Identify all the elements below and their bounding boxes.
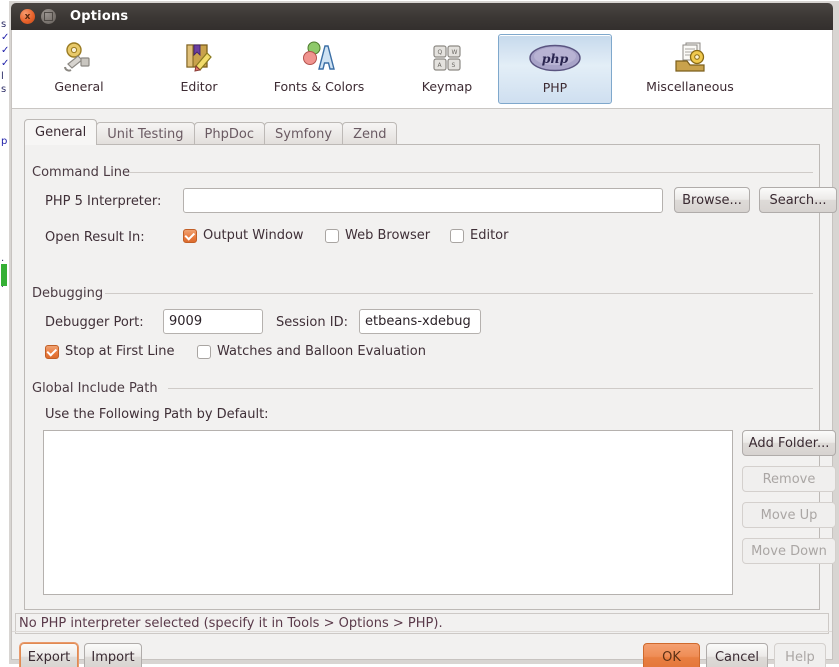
- editor-change-marker: [1, 264, 7, 286]
- group-separator-include-path: [168, 388, 813, 389]
- help-label: Help: [785, 649, 815, 665]
- category-toolbar: General Editor Fonts & Colors Q W A S Ke…: [12, 30, 832, 109]
- gear-wrench-icon: [62, 40, 96, 74]
- category-fonts-colors[interactable]: Fonts & Colors: [262, 34, 376, 104]
- category-label: Fonts & Colors: [273, 79, 365, 94]
- category-keymap[interactable]: QW AS Keymap: [390, 34, 504, 104]
- search-button[interactable]: Search...: [759, 187, 837, 213]
- category-general[interactable]: General: [22, 34, 136, 104]
- category-php[interactable]: php PHP: [498, 34, 612, 104]
- browse-button[interactable]: Browse...: [674, 187, 750, 213]
- category-editor[interactable]: Editor: [142, 34, 256, 104]
- checkbox-stop-at-first-line[interactable]: Stop at First Line: [45, 344, 174, 359]
- dialog-body: General Editor Fonts & Colors Q W A S Ke…: [11, 30, 837, 667]
- tab-label: General: [35, 125, 87, 140]
- export-label: Export: [27, 649, 71, 665]
- close-icon[interactable]: x: [20, 9, 35, 24]
- maximize-glyph: [44, 12, 53, 21]
- import-label: Import: [91, 649, 135, 665]
- options-dialog-screen: s ✓ ✓ ✓ l s p . l r x Options: [0, 0, 839, 667]
- move-up-label: Move Up: [760, 507, 818, 523]
- group-title-command-line: Command Line: [32, 165, 137, 180]
- footer-separator: [12, 631, 832, 632]
- tab-symfony[interactable]: Symfony: [264, 122, 344, 145]
- add-folder-button[interactable]: Add Folder...: [742, 430, 836, 456]
- ok-button[interactable]: OK: [643, 643, 700, 667]
- checkbox-box: [325, 228, 339, 243]
- remove-button[interactable]: Remove: [742, 466, 836, 492]
- svg-text:W: W: [452, 49, 458, 56]
- export-button[interactable]: Export: [20, 643, 78, 667]
- checkbox-box: [197, 344, 211, 359]
- cancel-button[interactable]: Cancel: [706, 643, 768, 667]
- checkbox-output-window[interactable]: Output Window: [183, 228, 304, 243]
- session-id-label: Session ID:: [276, 315, 348, 330]
- include-path-list[interactable]: [43, 430, 733, 595]
- add-folder-label: Add Folder...: [748, 435, 830, 451]
- category-label: Editor: [180, 79, 218, 94]
- checkbox-label: Web Browser: [345, 228, 431, 243]
- session-id-input[interactable]: etbeans-xdebug: [359, 309, 481, 334]
- close-glyph: x: [24, 11, 31, 22]
- tab-zend[interactable]: Zend: [342, 122, 398, 145]
- tab-panel-general: Command Line PHP 5 Interpreter: Browse..…: [24, 144, 837, 610]
- browse-label: Browse...: [682, 192, 742, 208]
- checkbox-watches-balloon[interactable]: Watches and Balloon Evaluation: [197, 344, 426, 359]
- book-pencil-icon: [182, 40, 216, 74]
- category-label: General: [54, 79, 104, 94]
- import-button[interactable]: Import: [84, 643, 142, 667]
- papers-gear-icon: [673, 40, 707, 74]
- category-label: Miscellaneous: [646, 79, 734, 94]
- help-button[interactable]: Help: [774, 643, 826, 667]
- remove-label: Remove: [762, 471, 816, 487]
- checkbox-box: [450, 228, 464, 243]
- svg-text:S: S: [452, 62, 456, 69]
- checkbox-label: Output Window: [203, 228, 304, 243]
- checkbox-box: [183, 228, 197, 243]
- svg-text:Q: Q: [438, 49, 443, 56]
- search-label: Search...: [769, 192, 827, 208]
- title-bar: x Options: [11, 3, 833, 30]
- svg-text:php: php: [542, 51, 569, 66]
- cancel-label: Cancel: [714, 649, 760, 665]
- ok-label: OK: [662, 649, 681, 665]
- category-miscellaneous[interactable]: Miscellaneous: [620, 34, 760, 104]
- group-separator-debugging: [105, 293, 813, 294]
- move-down-button[interactable]: Move Down: [742, 538, 836, 564]
- open-result-in-label: Open Result In:: [45, 230, 145, 245]
- use-following-path-label: Use the Following Path by Default:: [45, 407, 269, 422]
- tab-label: Symfony: [275, 126, 333, 142]
- php-interpreter-input[interactable]: [183, 188, 663, 213]
- checkbox-editor[interactable]: Editor: [450, 228, 508, 243]
- php-interpreter-label: PHP 5 Interpreter:: [45, 194, 162, 209]
- tab-label: Zend: [353, 126, 387, 142]
- tab-bar: General Unit Testing PhpDoc Symfony Zend: [24, 119, 820, 145]
- category-label: Keymap: [421, 79, 473, 94]
- tab-general[interactable]: General: [24, 119, 98, 145]
- maximize-icon[interactable]: [41, 9, 56, 24]
- tab-label: PhpDoc: [204, 126, 254, 142]
- window-title: Options: [70, 9, 129, 24]
- checkbox-label: Stop at First Line: [65, 344, 175, 359]
- keyboard-keys-icon: QW AS: [430, 40, 464, 74]
- checkbox-label: Watches and Balloon Evaluation: [217, 344, 426, 359]
- group-title-global-include-path: Global Include Path: [32, 381, 164, 396]
- category-label: PHP: [542, 80, 568, 95]
- tab-phpdoc[interactable]: PhpDoc: [193, 122, 265, 145]
- php-logo-icon: php: [528, 41, 582, 75]
- font-palette-icon: [302, 40, 336, 74]
- group-separator-command-line: [129, 172, 813, 173]
- move-down-label: Move Down: [751, 543, 827, 559]
- checkbox-label: Editor: [470, 228, 509, 243]
- debugger-port-input[interactable]: 9009: [163, 309, 263, 334]
- move-up-button[interactable]: Move Up: [742, 502, 836, 528]
- tab-label: Unit Testing: [107, 126, 184, 142]
- tab-unit-testing[interactable]: Unit Testing: [96, 122, 195, 145]
- group-title-debugging: Debugging: [32, 286, 110, 301]
- debugger-port-label: Debugger Port:: [45, 315, 144, 330]
- checkbox-web-browser[interactable]: Web Browser: [325, 228, 430, 243]
- checkbox-box: [45, 344, 59, 359]
